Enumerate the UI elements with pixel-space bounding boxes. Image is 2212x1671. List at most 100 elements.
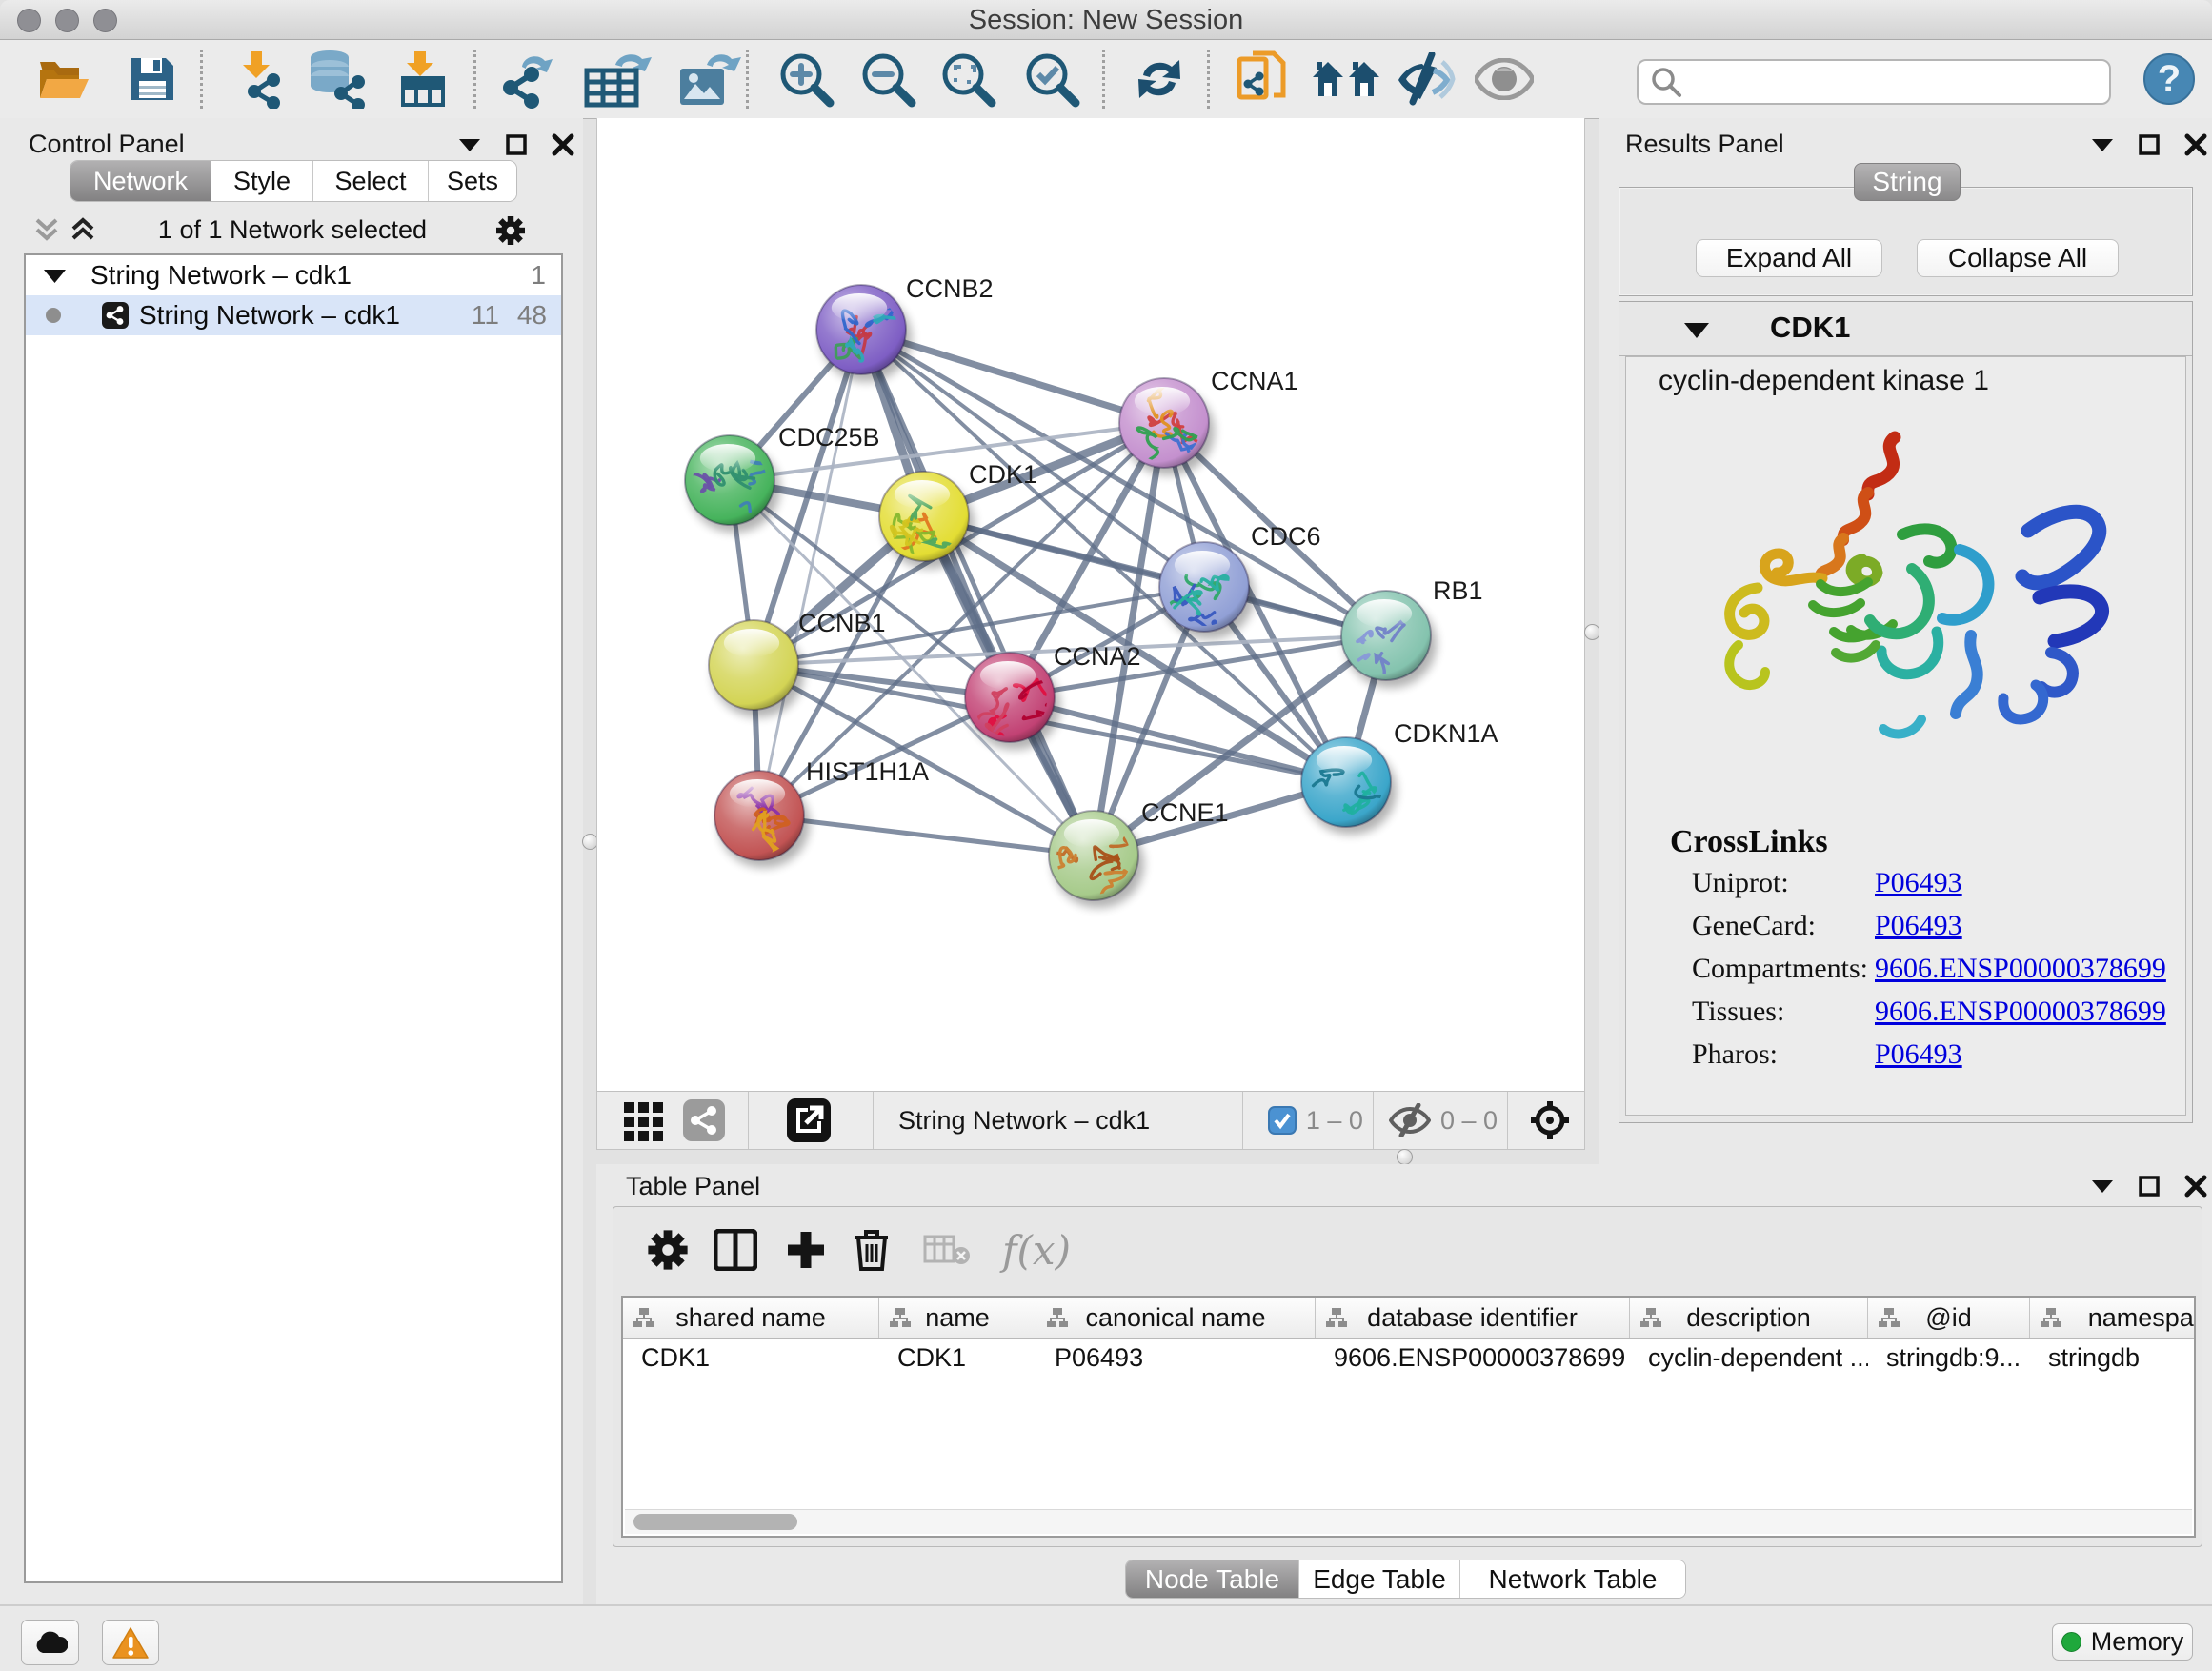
close-panel-icon[interactable] [2183,1174,2208,1198]
graph-node-CCNA1[interactable] [1119,378,1215,475]
tab-edge-table[interactable]: Edge Table [1299,1560,1460,1598]
tab-string[interactable]: String [1854,163,1961,201]
crosslink-value-link[interactable]: P06493 [1875,910,1962,942]
table-horizontal-scrollbar[interactable] [625,1509,2192,1534]
close-panel-icon[interactable] [2183,132,2208,157]
save-session-button[interactable] [122,40,183,118]
crosslink-row: Pharos:P06493 [1692,1038,2178,1071]
table-row[interactable]: CDK1CDK1P064939606.ENSP00000378699cyclin… [623,1338,2196,1378]
export-image-button[interactable] [672,40,744,118]
refresh-button[interactable] [1124,40,1195,118]
graph-node-RB1[interactable] [1331,591,1437,688]
table-cell[interactable]: CDK1 [879,1338,1036,1378]
table-header-row: shared name name canonical namedatabase id… [623,1298,2196,1339]
network-view[interactable]: CCNB2CCNA1CDC25BCDK1CDC6RB1CCNB1CCNA2CDK… [596,118,1585,1150]
table-cell[interactable]: P06493 [1036,1338,1316,1378]
network-graph[interactable]: CCNB2CCNA1CDC25BCDK1CDC6RB1CCNB1CCNA2CDK… [597,118,1582,1090]
gene-entry-header[interactable]: CDK1 [1619,302,2192,356]
tab-node-table[interactable]: Node Table [1126,1560,1299,1598]
zoom-in-button[interactable] [768,40,844,118]
open-file-button[interactable] [32,40,95,118]
selected-checkbox-icon[interactable] [1268,1106,1297,1135]
export-network-button[interactable] [496,40,563,118]
zoom-selected-button[interactable] [1014,40,1090,118]
column-type-icon [2040,1307,2062,1328]
graph-node-CDK1[interactable] [879,472,975,569]
maximize-panel-icon[interactable] [505,133,528,156]
column-header-canonical-name[interactable]: canonical name [1036,1298,1316,1338]
delete-column-button[interactable] [852,1217,892,1283]
gene-collapse-icon[interactable] [1682,321,1711,340]
export-table-button[interactable] [578,40,658,118]
warnings-button[interactable] [102,1620,159,1665]
column-header-label: name [925,1303,990,1333]
network-options-gear-icon[interactable] [495,215,526,246]
maximize-panel-icon[interactable] [2138,133,2161,156]
network-collection-row[interactable]: String Network – cdk1 1 [26,255,561,295]
float-panel-icon[interactable] [457,136,482,153]
table-cell[interactable]: stringdb [2030,1338,2196,1378]
close-panel-icon[interactable] [551,132,575,157]
zoom-out-button[interactable] [850,40,926,118]
crosslink-value-link[interactable]: P06493 [1875,867,1962,899]
column-header-label: shared name [675,1303,826,1333]
column-header-shared-name[interactable]: shared name [623,1298,879,1338]
hidden-eye-icon[interactable] [1389,1103,1431,1137]
horizontal-splitter-grip[interactable] [1397,1149,1413,1165]
delete-table-button[interactable] [923,1217,971,1283]
create-network-from-selection-button[interactable] [1229,40,1297,118]
table-settings-button[interactable] [647,1217,689,1283]
tab-network[interactable]: Network [70,161,211,201]
help-button[interactable]: ? [2138,40,2201,118]
network-row[interactable]: String Network – cdk1 11 48 [26,295,561,335]
memory-button[interactable]: Memory [2052,1623,2193,1661]
graph-node-HIST1H1A[interactable] [714,771,810,868]
table-cell[interactable]: cyclin-dependent ... [1630,1338,1868,1378]
table-cell[interactable]: stringdb:9... [1868,1338,2030,1378]
cloud-button[interactable] [21,1620,79,1665]
crosslink-value-link[interactable]: 9606.ENSP00000378699 [1875,953,2166,985]
first-neighbors-button[interactable] [1307,40,1385,118]
expand-all-button[interactable]: Expand All [1696,239,1882,277]
function-builder-button[interactable]: f(x) [1002,1217,1071,1283]
control-panel-window-controls [457,132,575,157]
import-network-from-file-button[interactable] [223,40,290,118]
table-cell[interactable]: 9606.ENSP00000378699 [1316,1338,1630,1378]
tab-network-table[interactable]: Network Table [1460,1560,1685,1598]
scrollbar-thumb[interactable] [633,1514,797,1530]
graph-node-CDC25B[interactable] [678,435,780,539]
column-header-description[interactable]: description [1630,1298,1868,1338]
crosslink-value-link[interactable]: 9606.ENSP00000378699 [1875,996,2166,1028]
export-view-icon[interactable] [787,1098,831,1142]
column-header-database-identifier[interactable]: database identifier [1316,1298,1630,1338]
search-input[interactable] [1682,65,2109,99]
show-all-button[interactable] [1471,40,1538,118]
fit-selected-crosshair-icon[interactable] [1529,1099,1571,1141]
tab-style[interactable]: Style [211,161,313,201]
float-panel-icon[interactable] [2090,136,2115,153]
tab-sets[interactable]: Sets [429,161,516,201]
table-cell[interactable]: CDK1 [623,1338,879,1378]
import-table-from-file-button[interactable] [391,40,453,118]
add-column-button[interactable] [785,1217,827,1283]
import-network-from-database-button[interactable] [303,40,373,118]
graph-node-CDKN1A[interactable] [1301,737,1397,835]
crosslink-value-link[interactable]: P06493 [1875,1038,1962,1071]
search-field[interactable] [1637,59,2111,105]
hide-selected-button[interactable] [1391,40,1461,118]
tab-select[interactable]: Select [313,161,429,201]
column-header-name[interactable]: name [879,1298,1036,1338]
network-icon [102,302,129,329]
graph-node-CCNA2[interactable] [965,653,1060,750]
birds-eye-view-icon[interactable] [622,1098,666,1142]
collection-expand-icon[interactable] [42,268,68,285]
show-column-button[interactable] [714,1217,757,1283]
annotation-share-icon[interactable] [683,1099,725,1141]
column-header-namespace[interactable]: namespace [2030,1298,2196,1338]
maximize-panel-icon[interactable] [2138,1175,2161,1198]
float-panel-icon[interactable] [2090,1178,2115,1195]
graph-node-CDC6[interactable] [1159,542,1255,639]
zoom-fit-button[interactable] [930,40,1006,118]
column-header-@id[interactable]: @id [1868,1298,2030,1338]
collapse-all-button[interactable]: Collapse All [1917,239,2119,277]
